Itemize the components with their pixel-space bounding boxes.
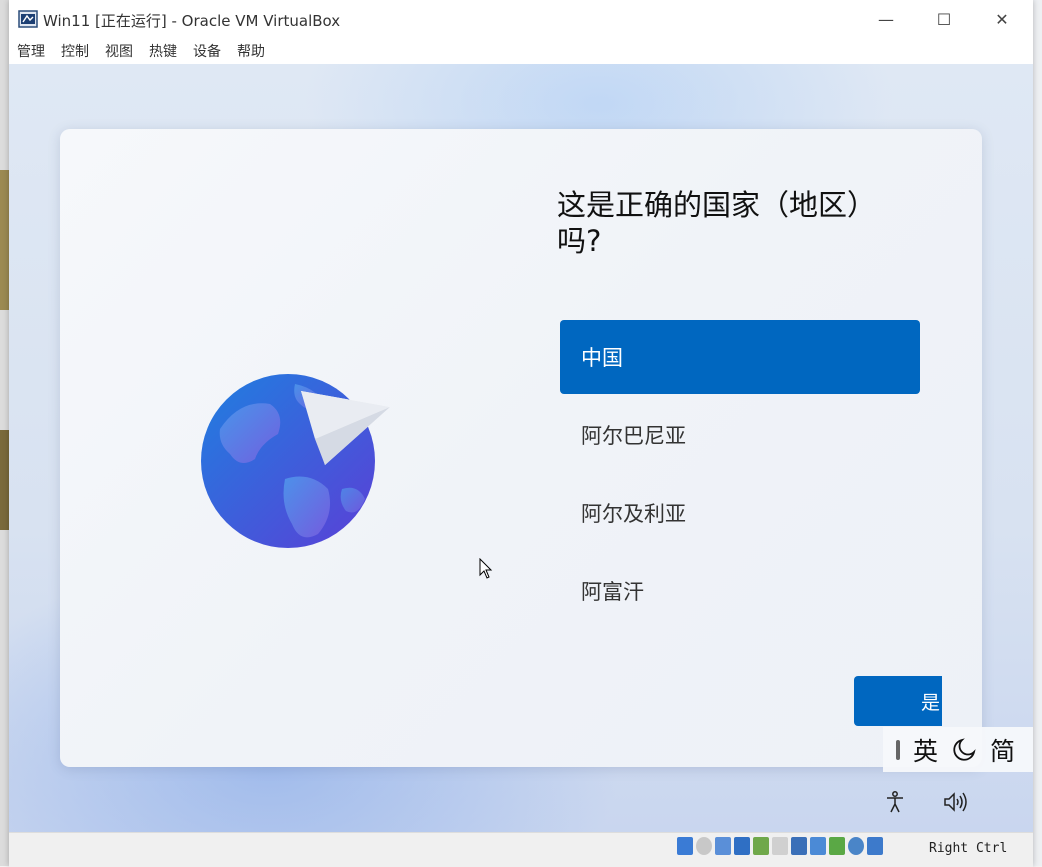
menu-manage[interactable]: 管理 — [17, 41, 45, 61]
menu-hotkeys[interactable]: 热键 — [149, 41, 177, 61]
volume-icon[interactable] — [942, 790, 968, 814]
yes-button[interactable]: 是 — [854, 676, 942, 726]
country-list: 中国 阿尔巴尼亚 阿尔及利亚 阿富汗 — [560, 320, 920, 632]
host-key-label: Right Ctrl — [929, 841, 1008, 856]
background-desktop-right — [1033, 0, 1042, 866]
recording-icon[interactable] — [810, 837, 826, 855]
country-option-china[interactable]: 中国 — [560, 320, 920, 394]
menu-devices[interactable]: 设备 — [193, 41, 221, 61]
virtualbox-icon — [18, 10, 38, 28]
ime-drag-handle[interactable] — [896, 739, 900, 760]
menu-control[interactable]: 控制 — [61, 41, 89, 61]
network-icon[interactable] — [734, 837, 750, 855]
virtualbox-window: Win11 [正在运行] - Oracle VM VirtualBox — ☐ … — [9, 0, 1033, 867]
mouse-cursor-icon — [479, 558, 493, 579]
mouse-integration-icon[interactable] — [848, 837, 864, 855]
optical-drive-icon[interactable] — [696, 837, 712, 855]
accessibility-icon[interactable] — [883, 790, 907, 814]
close-icon: ✕ — [995, 9, 1009, 29]
window-title: Win11 [正在运行] - Oracle VM VirtualBox — [43, 12, 341, 30]
keyboard-icon[interactable] — [867, 837, 883, 855]
minimize-button[interactable]: — — [857, 4, 915, 34]
menu-view[interactable]: 视图 — [105, 41, 133, 61]
moon-icon[interactable] — [952, 737, 976, 762]
background-desktop-left — [0, 0, 9, 866]
ime-charset-toggle[interactable]: 简 — [990, 732, 1015, 768]
close-button[interactable]: ✕ — [973, 4, 1031, 34]
title-bar[interactable]: Win11 [正在运行] - Oracle VM VirtualBox — ☐ … — [9, 0, 1033, 38]
hard-disk-icon[interactable] — [677, 837, 693, 855]
minimize-icon: — — [878, 9, 894, 29]
usb-icon[interactable] — [753, 837, 769, 855]
ime-toolbar: 英 简 — [883, 727, 1033, 772]
country-option-algeria[interactable]: 阿尔及利亚 — [560, 476, 920, 550]
status-bar: Right Ctrl — [9, 832, 1033, 867]
menu-help[interactable]: 帮助 — [237, 41, 265, 61]
status-icons — [677, 837, 886, 855]
vm-display[interactable]: 这是正确的国家（地区）吗? 中国 阿尔巴尼亚 阿尔及利亚 阿富汗 是 英 简 — [9, 64, 1033, 832]
country-option-albania[interactable]: 阿尔巴尼亚 — [560, 398, 920, 472]
display-icon[interactable] — [791, 837, 807, 855]
cpu-icon[interactable] — [829, 837, 845, 855]
globe-icon — [201, 374, 390, 548]
page-title: 这是正确的国家（地区）吗? — [557, 188, 877, 258]
maximize-button[interactable]: ☐ — [915, 4, 973, 34]
maximize-icon: ☐ — [936, 9, 952, 29]
ime-language-toggle[interactable]: 英 — [913, 732, 938, 768]
country-option-afghanistan[interactable]: 阿富汗 — [560, 554, 920, 628]
shared-folder-icon[interactable] — [772, 837, 788, 855]
audio-icon[interactable] — [715, 837, 731, 855]
menu-bar: 管理 控制 视图 热键 设备 帮助 — [9, 38, 1033, 64]
oobe-region-card: 这是正确的国家（地区）吗? 中国 阿尔巴尼亚 阿尔及利亚 阿富汗 — [60, 129, 982, 767]
